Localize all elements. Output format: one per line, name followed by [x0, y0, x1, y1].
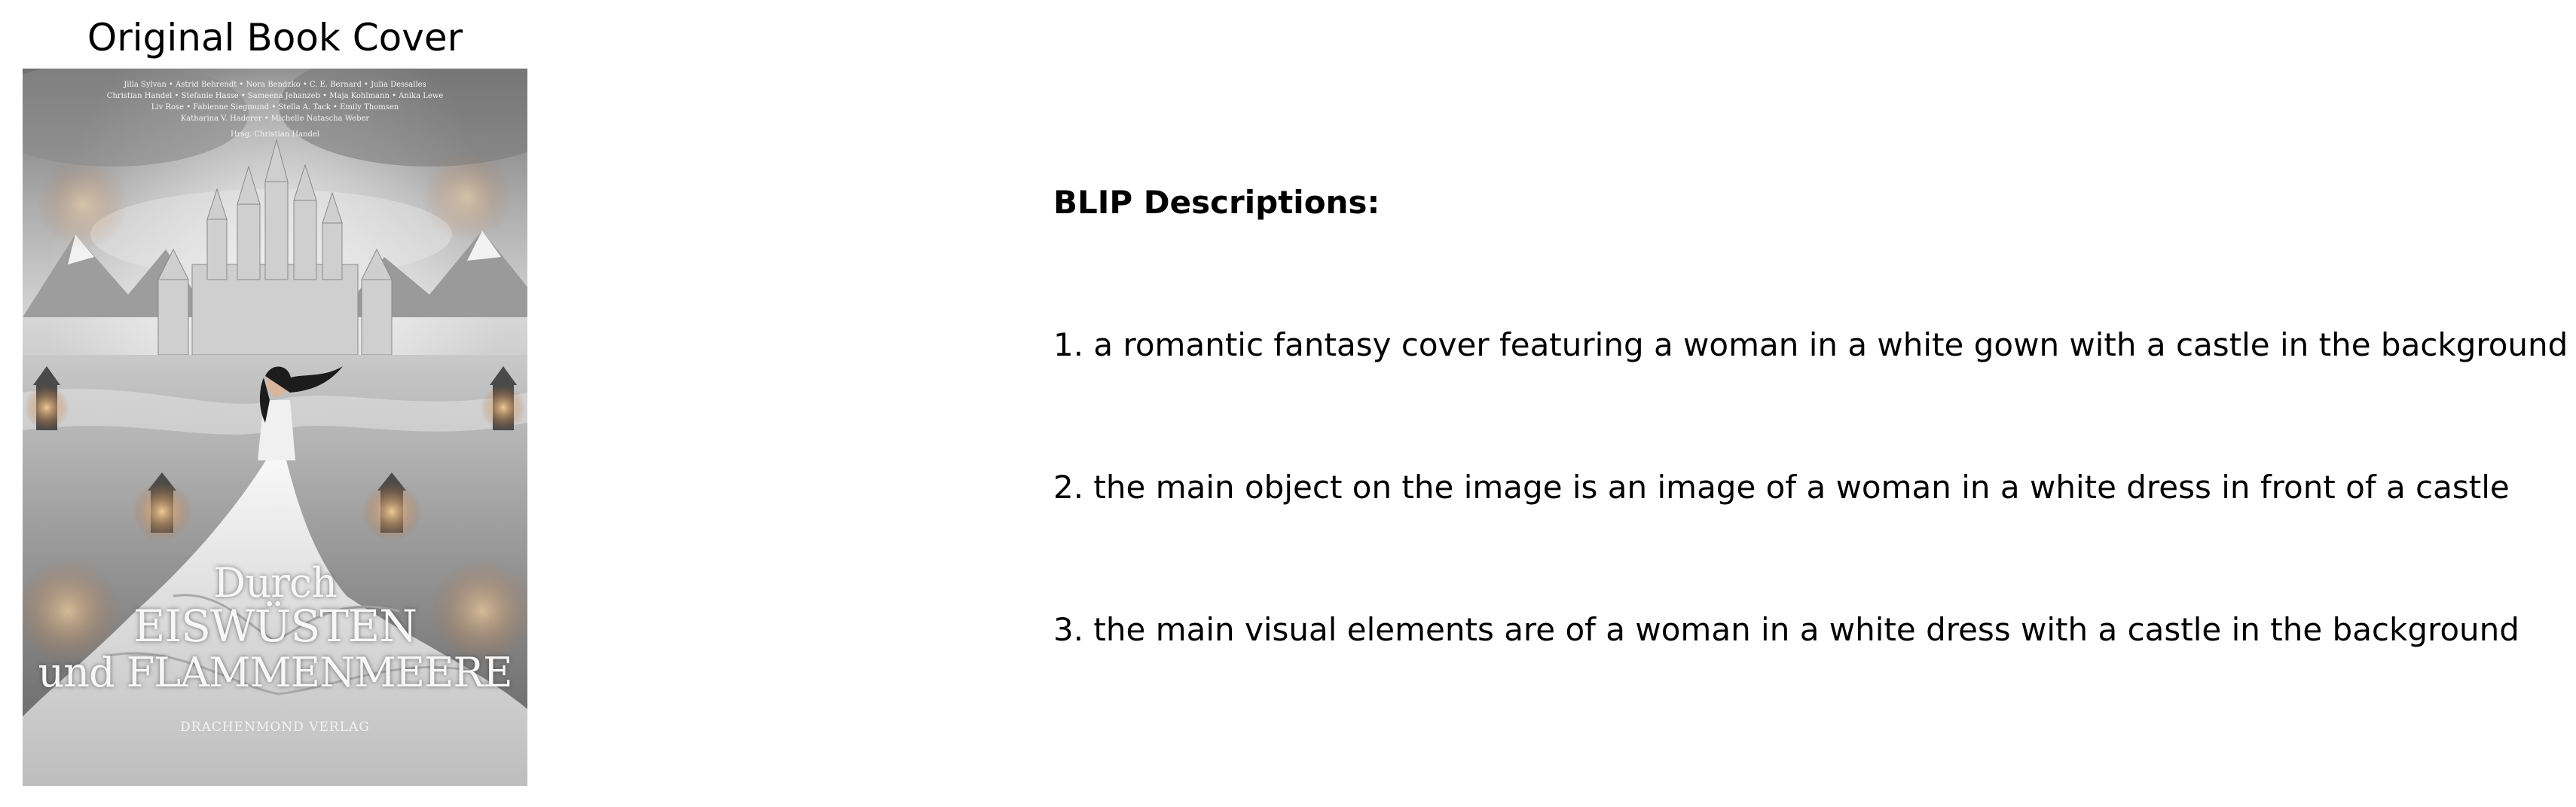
cover-editor-line: Hrsg. Christian Handel	[230, 130, 320, 139]
cover-title-line-2: EISWÜSTEN	[133, 601, 417, 652]
credit-line: Liv Rose • Fabienne Siegmund • Stella A.…	[151, 103, 399, 112]
blip-descriptions-heading: BLIP Descriptions:	[1053, 184, 1380, 221]
blip-description-1: 1. a romantic fantasy cover featuring a …	[1053, 326, 2568, 363]
cover-publisher: DRACHENMOND VERLAG	[180, 720, 370, 735]
cover-title-line-3: und FLAMMENMEERE	[38, 649, 512, 696]
credit-line: Christian Handel • Stefanie Hasse • Same…	[106, 92, 444, 100]
blip-description-3: 3. the main visual elements are of a wom…	[1053, 611, 2519, 648]
cover-author-credits: Jilla Sylvan • Astrid Behrendt • Nora Be…	[50, 79, 500, 140]
cover-title-line-1: Durch	[213, 559, 338, 607]
book-cover-image: Jilla Sylvan • Astrid Behrendt • Nora Be…	[23, 69, 527, 786]
credit-line: Jilla Sylvan • Astrid Behrendt • Nora Be…	[124, 81, 426, 89]
blip-description-2: 2. the main object on the image is an im…	[1053, 469, 2510, 506]
cover-panel-title: Original Book Cover	[87, 16, 463, 60]
credit-line: Katharina V. Haderer • Michelle Natascha…	[180, 115, 370, 123]
